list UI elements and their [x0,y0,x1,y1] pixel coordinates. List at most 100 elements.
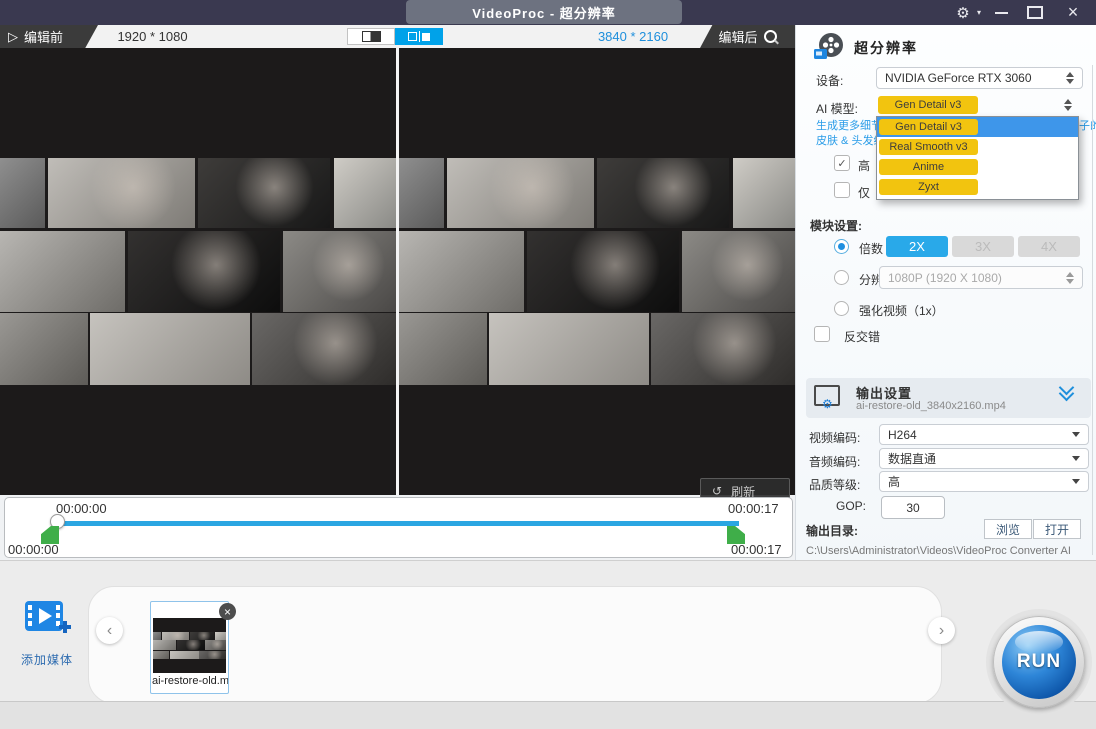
video-preview: ↺ 刷新 10% [0,48,795,495]
film-still-tile [682,231,795,312]
minimize-button[interactable] [988,0,1014,25]
film-still-tile [205,640,226,650]
expand-chevron-icon[interactable] [1061,387,1072,399]
scale-radio[interactable] [834,239,849,254]
film-still-tile [651,313,795,385]
caret-down-icon [1072,479,1080,484]
film-still-tile [48,158,195,228]
scale-2x-button[interactable]: 2X [886,236,948,257]
film-still-tile [90,313,250,385]
resolution-value: 1080P (1920 X 1080) [888,271,1066,285]
model-option-pill[interactable]: Gen Detail v3 [879,119,978,135]
output-settings-box[interactable] [806,378,1091,418]
video-codec-select[interactable]: H264 [879,424,1089,445]
scale-buttons: 2X3X4X [886,236,1080,257]
output-filename: ai-restore-old_3840x2160.mp4 [856,400,1006,412]
film-still-tile [399,313,487,385]
scroll-right-button[interactable]: › [928,617,955,644]
before-resolution: 1920 * 1080 [95,25,210,48]
scale-4x-button[interactable]: 4X [1018,236,1080,257]
film-still-tile [0,158,45,228]
option1-label: 高 [858,157,870,174]
open-button[interactable]: 打开 [1033,519,1081,539]
film-still-tile [399,231,524,312]
model-option-pill[interactable]: Anime [879,159,978,175]
model-option-pill[interactable]: Zyxt [879,179,978,195]
model-option[interactable]: Anime [877,157,1078,177]
scale-3x-button[interactable]: 3X [952,236,1014,257]
browse-button[interactable]: 浏览 [984,519,1032,539]
model-description-line1: 生成更多细节 [816,117,882,133]
deinterlace-label: 反交错 [844,328,880,345]
quality-label: 品质等级: [809,476,860,493]
maximize-button[interactable] [1022,0,1048,25]
enhance-radio[interactable] [834,301,849,316]
model-spinner-icon[interactable] [1064,99,1072,111]
trim-end-time: 00:00:17 [731,542,782,557]
model-option[interactable]: Gen Detail v3 [877,117,1078,137]
split-view-button[interactable] [395,28,443,45]
after-tab-label: 编辑后 [718,27,757,46]
film-still-tile [170,651,199,660]
gear-caret-icon[interactable]: ▾ [974,0,984,25]
module-settings-label: 模块设置: [810,217,862,234]
run-button[interactable]: RUN [1002,625,1076,699]
option2-checkbox[interactable] [834,182,850,198]
tab-before-edit[interactable]: ▷ 编辑前 [0,25,98,48]
film-still-tile [283,231,396,312]
split-view-icon-filled [422,33,430,41]
window-title: VideoProc - 超分辨率 [406,0,682,24]
device-label: 设备: [816,72,843,89]
device-value: NVIDIA GeForce RTX 3060 [885,71,1066,85]
option2-label: 仅 [858,184,870,201]
close-button[interactable]: × [1058,0,1088,25]
add-media-button[interactable]: 添加媒体 [14,597,80,668]
film-still-tile [252,313,396,385]
maximize-icon [1027,6,1043,19]
device-select[interactable]: NVIDIA GeForce RTX 3060 [876,67,1083,89]
ai-model-selected[interactable]: Gen Detail v3 [878,96,978,114]
gear-icon[interactable]: ⚙ [950,0,976,25]
model-option-pill[interactable]: Real Smooth v3 [879,139,978,155]
minimize-icon [995,12,1008,14]
audio-codec-select[interactable]: 数据直通 [879,448,1089,469]
ai-model-label: AI 模型: [816,100,858,117]
media-clip-card[interactable]: ai-restore-old.mp [150,601,229,694]
deinterlace-checkbox[interactable] [814,326,830,342]
film-still-tile [334,158,396,228]
tab-after-edit[interactable]: 编辑后 [700,25,795,48]
film-still-tile [190,632,214,641]
model-option[interactable]: Real Smooth v3 [877,137,1078,157]
timeline: 00:00:00 00:00:17 00:00:00 00:00:17 [4,497,793,558]
remove-clip-button[interactable]: × [219,603,236,620]
chevron-left-icon: ‹ [107,622,112,640]
film-still-tile [153,632,161,641]
title-bar: VideoProc - 超分辨率 ⚙ ▾ × [0,0,1096,25]
preview-toolbar: ▷ 编辑前 1920 * 1080 3840 * 2160 编辑后 [0,25,795,48]
split-view-divider [419,31,420,42]
film-still-tile [527,231,679,312]
option1-checkbox[interactable]: ✓ [834,155,850,171]
magnifier-icon [764,30,777,43]
quality-select[interactable]: 高 [879,471,1089,492]
settings-panel: 超分辨率 设备: NVIDIA GeForce RTX 3060 AI 模型: … [795,25,1096,560]
output-path: C:\Users\Administrator\Videos\VideoProc … [806,545,1071,557]
film-still-tile [597,158,729,228]
output-dir-label: 输出目录: [806,522,858,539]
gop-input[interactable] [881,496,945,519]
film-still-tile [198,158,330,228]
video-codec-value: H264 [888,428,1072,442]
panel-scrollbar[interactable] [1092,65,1093,555]
scale-label: 倍数 [859,240,883,257]
film-still-tile [447,158,594,228]
bottom-strip [0,701,1096,729]
scroll-left-button[interactable]: ‹ [96,617,123,644]
single-view-button[interactable] [347,28,395,45]
timeline-track[interactable] [58,521,739,526]
model-option[interactable]: Zyxt [877,177,1078,197]
film-still-tile [162,632,189,641]
resolution-select[interactable]: 1080P (1920 X 1080) [879,266,1083,289]
resolution-radio[interactable] [834,270,849,285]
film-still-tile [0,231,125,312]
before-tab-label: 编辑前 [24,27,63,46]
